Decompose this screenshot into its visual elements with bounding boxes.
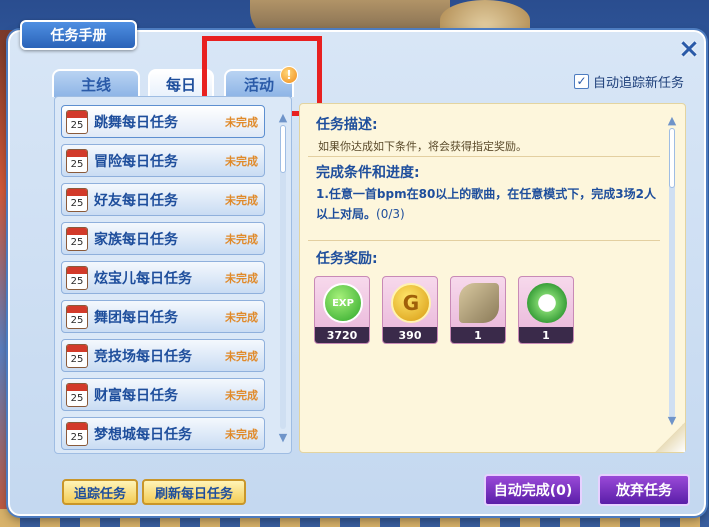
task-name: 梦想城每日任务 <box>94 426 192 443</box>
task-list-item[interactable]: 25 竞技场每日任务 未完成 <box>61 339 265 372</box>
task-name: 跳舞每日任务 <box>94 114 178 131</box>
task-list-item[interactable]: 25 财富每日任务 未完成 <box>61 378 265 411</box>
scroll-thumb[interactable] <box>280 125 286 173</box>
scroll-up-icon[interactable]: ▲ <box>277 111 289 124</box>
task-list-panel: 25 跳舞每日任务 未完成 25 冒险每日任务 未完成 25 好友每日任务 未完… <box>54 96 292 454</box>
reward-count: 1 <box>451 327 505 343</box>
calendar-icon: 25 <box>66 421 88 446</box>
scroll-track[interactable] <box>669 128 675 418</box>
detail-scrollbar[interactable]: ▲ ▼ <box>666 114 678 440</box>
condition-title: 完成条件和进度: <box>316 165 420 181</box>
description-text: 如果你达成如下条件，将会获得指定奖励。 <box>318 140 527 153</box>
calendar-icon: 25 <box>66 226 88 251</box>
calendar-icon: 25 <box>66 148 88 173</box>
task-status: 未完成 <box>225 310 258 324</box>
reward-item[interactable]: 1 <box>450 276 506 344</box>
task-list-item[interactable]: 25 跳舞每日任务 未完成 <box>61 105 265 138</box>
scroll-track[interactable] <box>280 125 286 429</box>
divider <box>308 156 660 157</box>
auto-track-label: 自动追踪新任务 <box>593 75 685 91</box>
reward-title: 任务奖励: <box>316 251 378 267</box>
calendar-icon: 25 <box>66 343 88 368</box>
abandon-task-button[interactable]: 放弃任务 <box>598 474 690 506</box>
task-name: 财富每日任务 <box>94 387 178 404</box>
task-list-scrollbar[interactable]: ▲ ▼ <box>277 111 289 444</box>
task-status: 未完成 <box>225 154 258 168</box>
gold-coin-icon: G <box>391 283 431 323</box>
refresh-daily-button[interactable]: 刷新每日任务 <box>142 479 246 505</box>
scroll-thumb[interactable] <box>669 128 675 188</box>
scroll-down-icon[interactable]: ▼ <box>277 431 289 444</box>
calendar-icon: 25 <box>66 109 88 134</box>
calendar-icon: 25 <box>66 187 88 212</box>
condition-text: 1.任意一首bpm在80以上的歌曲，在任意模式下，完成3场2人以上对局。(0/3… <box>316 184 664 224</box>
task-status: 未完成 <box>225 388 258 402</box>
auto-complete-button[interactable]: 自动完成(0) <box>484 474 582 506</box>
task-list-item[interactable]: 25 家族每日任务 未完成 <box>61 222 265 255</box>
reward-item[interactable]: EXP 3720 <box>314 276 370 344</box>
task-name: 好友每日任务 <box>94 192 178 209</box>
cloud-leaf-icon <box>527 283 567 323</box>
reward-count: 390 <box>383 327 437 343</box>
task-list-item[interactable]: 25 好友每日任务 未完成 <box>61 183 265 216</box>
task-name: 竞技场每日任务 <box>94 348 192 365</box>
reward-item[interactable]: G 390 <box>382 276 438 344</box>
task-list-item[interactable]: 25 舞团每日任务 未完成 <box>61 300 265 333</box>
task-name: 冒险每日任务 <box>94 153 178 170</box>
auto-track-toggle[interactable]: ✓ 自动追踪新任务 <box>574 72 685 91</box>
task-status: 未完成 <box>225 193 258 207</box>
calendar-icon: 25 <box>66 304 88 329</box>
task-list-item[interactable]: 25 梦想城每日任务 未完成 <box>61 417 265 450</box>
reward-item[interactable]: 1 <box>518 276 574 344</box>
reward-count: 1 <box>519 327 573 343</box>
task-status: 未完成 <box>225 427 258 441</box>
calendar-icon: 25 <box>66 382 88 407</box>
tab-main-quest[interactable]: 主线 <box>52 69 140 97</box>
task-status: 未完成 <box>225 349 258 363</box>
calendar-icon: 25 <box>66 265 88 290</box>
cloth-icon <box>459 283 499 323</box>
condition-description: 1.任意一首bpm在80以上的歌曲，在任意模式下，完成3场2人以上对局。 <box>316 187 656 221</box>
exp-icon: EXP <box>323 283 363 323</box>
close-icon[interactable]: × <box>676 36 702 62</box>
page-curl <box>655 422 685 452</box>
condition-progress: (0/3) <box>376 207 405 221</box>
window-title: 任务手册 <box>20 20 137 50</box>
task-detail-panel: 任务描述: 如果你达成如下条件，将会获得指定奖励。 完成条件和进度: 1.任意一… <box>299 103 686 453</box>
task-name: 家族每日任务 <box>94 231 178 248</box>
task-name: 炫宝儿每日任务 <box>94 270 192 287</box>
task-status: 未完成 <box>225 115 258 129</box>
reward-count: 3720 <box>315 327 369 343</box>
track-task-button[interactable]: 追踪任务 <box>62 479 138 505</box>
task-list-item[interactable]: 25 炫宝儿每日任务 未完成 <box>61 261 265 294</box>
divider <box>308 240 660 241</box>
task-name: 舞团每日任务 <box>94 309 178 326</box>
description-title: 任务描述: <box>316 117 378 133</box>
task-status: 未完成 <box>225 271 258 285</box>
task-status: 未完成 <box>225 232 258 246</box>
scroll-up-icon[interactable]: ▲ <box>666 114 678 127</box>
task-list-item[interactable]: 25 冒险每日任务 未完成 <box>61 144 265 177</box>
checkbox-icon[interactable]: ✓ <box>574 73 589 89</box>
